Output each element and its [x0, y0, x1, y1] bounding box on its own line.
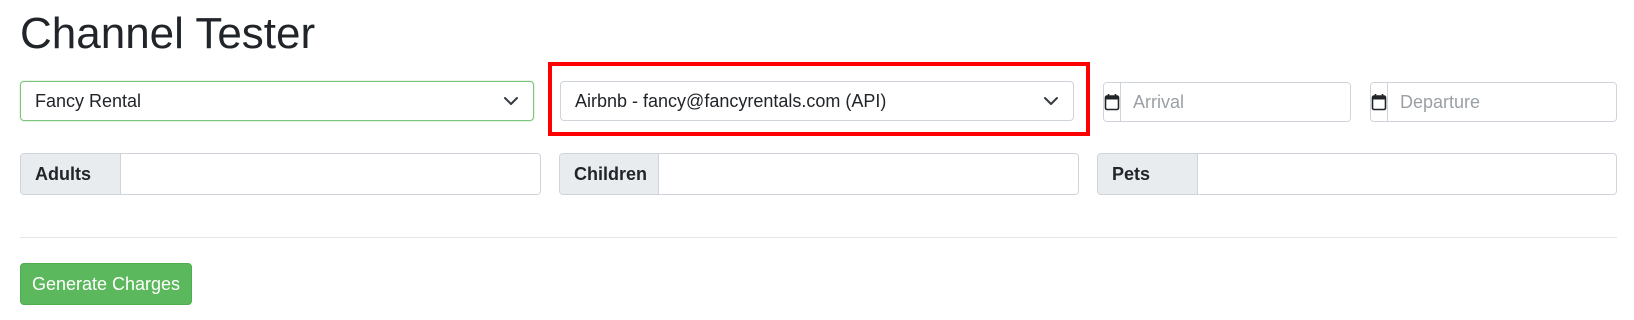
- pets-group: Pets: [1097, 153, 1617, 195]
- adults-input[interactable]: [121, 154, 540, 194]
- page-title: Channel Tester: [20, 9, 316, 58]
- chevron-down-icon: [1043, 93, 1059, 109]
- chevron-down-icon: [503, 93, 519, 109]
- adults-group: Adults: [20, 153, 541, 195]
- arrival-input[interactable]: [1121, 83, 1350, 121]
- property-select[interactable]: Fancy Rental: [20, 81, 534, 121]
- generate-charges-button[interactable]: Generate Charges: [20, 263, 192, 305]
- divider: [20, 237, 1617, 238]
- calendar-icon[interactable]: [1371, 83, 1388, 121]
- children-group: Children: [559, 153, 1079, 195]
- channel-select[interactable]: Airbnb - fancy@fancyrentals.com (API): [560, 81, 1074, 121]
- children-label: Children: [560, 154, 659, 194]
- pets-input[interactable]: [1198, 154, 1616, 194]
- adults-label: Adults: [21, 154, 121, 194]
- channel-select-value: Airbnb - fancy@fancyrentals.com (API): [575, 90, 887, 111]
- calendar-icon[interactable]: [1104, 83, 1121, 121]
- property-select-value: Fancy Rental: [35, 90, 142, 111]
- arrival-group: [1103, 82, 1351, 122]
- children-input[interactable]: [659, 154, 1078, 194]
- departure-input[interactable]: [1388, 83, 1616, 121]
- pets-label: Pets: [1098, 154, 1198, 194]
- departure-group: [1370, 82, 1617, 122]
